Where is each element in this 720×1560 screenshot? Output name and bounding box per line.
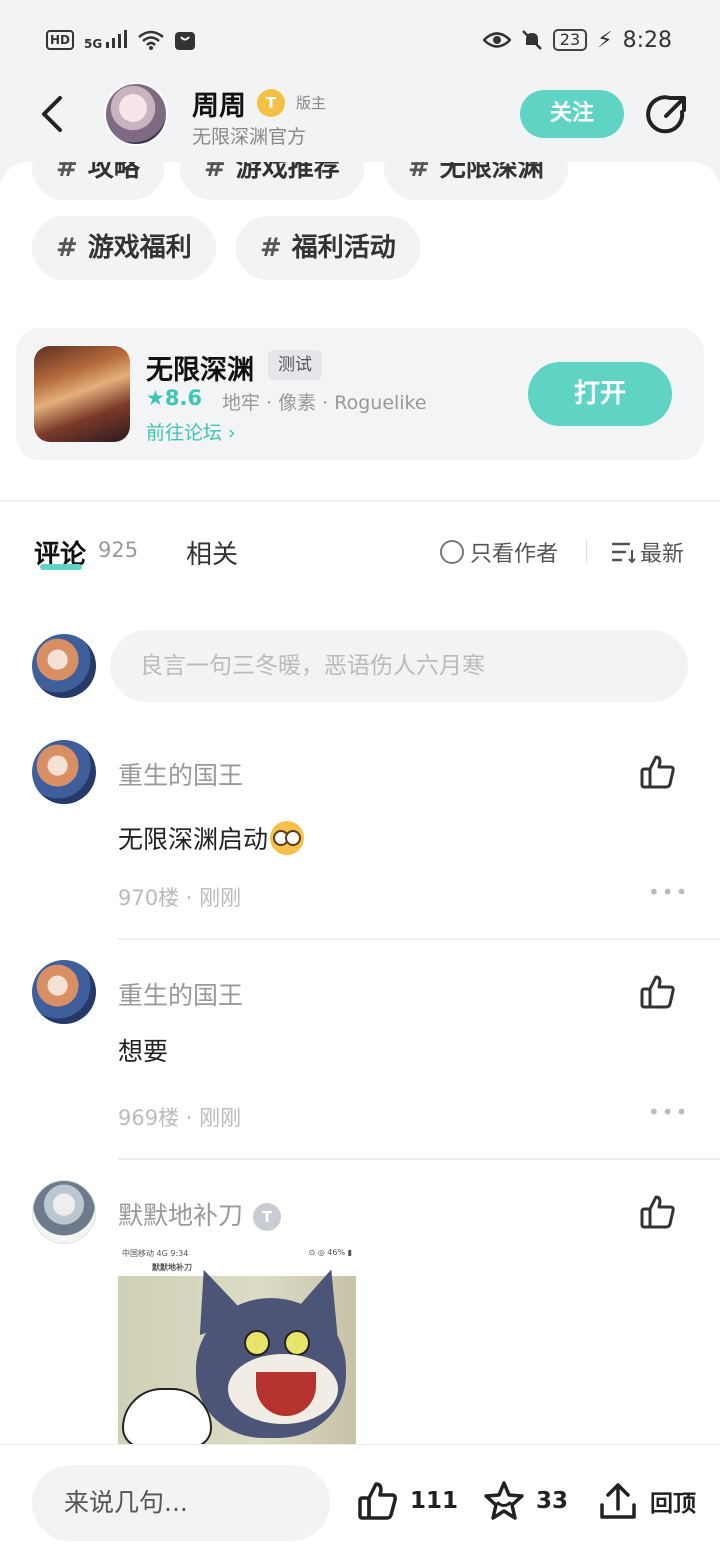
thumbs-up-icon <box>358 1482 397 1520</box>
status-bar: HD 5G 23 ⚡ 8:28 <box>0 0 720 80</box>
author-avatar[interactable] <box>104 82 168 146</box>
sort-separator <box>586 540 587 562</box>
mute-bell-icon <box>521 30 542 50</box>
like-button[interactable]: 111 <box>356 1479 458 1523</box>
game-tags: 地牢 · 像素 · Roguelike <box>222 392 427 414</box>
sort-label: 最新 <box>640 542 685 567</box>
commenter-avatar[interactable] <box>32 960 96 1024</box>
topic-tag-label: 福利活动 <box>291 233 396 263</box>
battery-icon: 23 <box>552 29 588 51</box>
sort-button[interactable]: 最新 <box>610 536 684 568</box>
commenter-avatar[interactable] <box>32 1180 96 1244</box>
thumbs-up-icon[interactable] <box>638 752 678 792</box>
hash-icon: # <box>204 162 226 183</box>
topic-tag-label: 攻略 <box>87 162 140 183</box>
only-author-toggle[interactable]: 只看作者 <box>440 536 558 568</box>
active-tab-indicator <box>40 564 82 570</box>
hash-icon: # <box>56 162 78 183</box>
bag-notification-icon <box>175 32 196 50</box>
more-options-icon[interactable]: ••• <box>648 1100 689 1124</box>
open-game-button[interactable]: 打开 <box>528 362 672 426</box>
author-level-badge-icon: T <box>257 89 285 117</box>
game-rating: ★8.6 <box>146 386 203 410</box>
comment-divider <box>118 938 720 940</box>
topic-tag-label: 无限深渊 <box>439 162 544 183</box>
commenter-name[interactable]: 重生的国王 <box>118 756 243 792</box>
game-card[interactable]: 无限深渊 测试 ★8.6 地牢 · 像素 · Roguelike 前往论坛 › … <box>16 328 704 460</box>
hd-icon: HD <box>46 30 75 50</box>
charging-icon: ⚡ <box>597 27 613 53</box>
commenter-name[interactable]: 重生的国王 <box>118 976 243 1012</box>
game-status-chip: 测试 <box>268 350 322 380</box>
topic-tag[interactable]: # 游戏推荐 <box>180 162 364 200</box>
comment-text-content: 无限深渊启动 <box>118 825 269 854</box>
topic-tag-label: 游戏推荐 <box>235 162 340 183</box>
bottom-action-bar: 来说几句... 111 33 回顶 <box>0 1444 720 1560</box>
wifi-icon <box>138 30 165 50</box>
topic-tag-label: 游戏福利 <box>87 233 192 263</box>
follow-button[interactable]: 关注 <box>520 90 624 138</box>
status-right: 23 ⚡ 8:28 <box>482 27 672 53</box>
hash-icon: # <box>408 162 430 183</box>
comment-divider <box>118 1158 720 1160</box>
comment-text: 想要 <box>118 1037 169 1066</box>
topic-tag[interactable]: # 游戏福利 <box>32 216 216 280</box>
level-badge-icon: T <box>253 1203 282 1231</box>
reply-input[interactable]: 来说几句... <box>32 1465 330 1541</box>
embedded-title: 默默地补刀 <box>152 1263 192 1272</box>
author-role: 版主 <box>296 94 327 112</box>
comment-meta: 969楼 · 刚刚 <box>118 1106 242 1130</box>
my-avatar <box>32 634 96 698</box>
upload-arrow-icon <box>600 1483 636 1519</box>
5g-signal-icon: 5G <box>84 29 128 51</box>
sort-lines-icon <box>612 542 636 564</box>
back-icon[interactable] <box>34 92 74 136</box>
embedded-status-left: 中国移动 4G 9:34 <box>122 1249 189 1258</box>
radio-circle-icon <box>440 540 464 564</box>
favorite-button[interactable]: 33 <box>482 1479 568 1523</box>
hash-icon: # <box>56 233 78 263</box>
tab-related[interactable]: 相关 <box>186 534 238 571</box>
topic-tag[interactable]: # 福利活动 <box>236 216 420 280</box>
thumbs-up-icon[interactable] <box>638 1192 678 1232</box>
cartoon-eye <box>284 1330 310 1356</box>
game-title: 无限深渊 <box>146 355 254 386</box>
thumbs-up-icon[interactable] <box>638 972 678 1012</box>
like-count: 111 <box>410 1488 459 1514</box>
post-content: # 攻略 # 游戏推荐 # 无限深渊 # 游戏福利 # 福利活动 无限深渊 测试 ★8.6… <box>0 162 720 1444</box>
comment-input[interactable]: 良言一句三冬暖，恶语伤人六月寒 <box>110 630 688 702</box>
commenter-name[interactable]: 默默地补刀 T <box>118 1196 282 1232</box>
go-to-forum-link[interactable]: 前往论坛 › <box>146 418 236 445</box>
surprised-face-emoji-icon <box>270 821 305 855</box>
comment-text: 无限深渊启动 <box>118 820 305 858</box>
hash-icon: # <box>260 233 282 263</box>
back-to-top-button[interactable]: 回顶 <box>596 1479 696 1523</box>
author-subtitle: 无限深渊官方 <box>192 126 307 148</box>
embedded-status-right: ⊙ ◎ 46% ▮ <box>308 1248 353 1257</box>
back-to-top-label: 回顶 <box>650 1491 696 1517</box>
comment-image[interactable]: 中国移动 4G 9:34 ⊙ ◎ 46% ▮ 默默地补刀 <box>118 1246 356 1444</box>
clock: 8:28 <box>622 27 672 53</box>
author-name[interactable]: 周周 <box>192 84 246 123</box>
more-options-icon[interactable]: ••• <box>648 880 689 904</box>
eye-icon <box>482 32 511 48</box>
cartoon-eye <box>244 1330 270 1356</box>
star-icon <box>484 1481 524 1520</box>
share-icon[interactable] <box>644 92 690 138</box>
comments-count: 925 <box>98 538 139 562</box>
comment-meta: 970楼 · 刚刚 <box>118 886 242 910</box>
topic-tag[interactable]: # 无限深渊 <box>384 162 568 200</box>
commenter-avatar[interactable] <box>32 740 96 804</box>
topic-tag[interactable]: # 攻略 <box>32 162 164 200</box>
post-header: 周周 T 版主 无限深渊官方 关注 <box>0 80 720 162</box>
only-author-label: 只看作者 <box>470 542 559 567</box>
network-label: 5G <box>84 36 103 51</box>
section-divider <box>0 500 720 502</box>
status-left: HD 5G <box>46 29 196 51</box>
commenter-name-text: 默默地补刀 <box>118 1201 244 1230</box>
signal-bars-icon <box>106 29 128 48</box>
favorite-count: 33 <box>536 1488 569 1514</box>
game-icon[interactable] <box>34 346 130 442</box>
